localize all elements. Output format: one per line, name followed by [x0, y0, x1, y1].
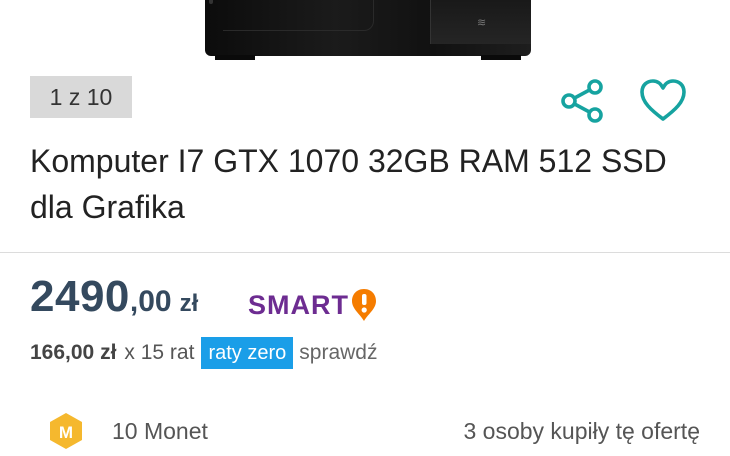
- heart-icon: [640, 79, 686, 121]
- buyers-count: 3 osoby kupiły tę ofertę: [463, 418, 700, 444]
- smart-label: SMART: [248, 289, 349, 320]
- power-knob: [209, 0, 213, 4]
- raty-zero-badge[interactable]: raty zero: [201, 337, 294, 369]
- coin-icon: M: [50, 413, 82, 449]
- coins-label: 10 Monet: [112, 417, 208, 444]
- case-foot-right: [481, 55, 521, 60]
- share-icon: [561, 79, 603, 123]
- check-installments-link[interactable]: sprawdź: [299, 341, 377, 365]
- coin-letter: M: [59, 423, 73, 442]
- share-button[interactable]: [558, 76, 608, 126]
- product-title: Komputer I7 GTX 1070 32GB RAM 512 SSD dl…: [30, 143, 667, 225]
- smart-logo-icon: [352, 289, 376, 321]
- price: 2490 ,00 zł: [30, 272, 198, 332]
- pc-case-image: ≋: [205, 0, 531, 60]
- section-divider: [0, 252, 730, 253]
- case-logo-icon: ≋: [477, 16, 487, 29]
- price-integer: 2490: [30, 272, 130, 321]
- coins-info: M 10 Monet: [48, 412, 208, 450]
- side-panel-edge: [223, 0, 374, 31]
- smart-badge[interactable]: SMART: [248, 287, 378, 323]
- installment-amount: 166,00 zł: [30, 341, 117, 364]
- case-foot-left: [215, 55, 255, 60]
- installments-row: 166,00 zł x 15 rat raty zero sprawdź: [30, 336, 377, 370]
- price-decimal: ,00: [129, 285, 172, 318]
- price-currency: zł: [179, 290, 199, 317]
- installment-count: x 15 rat: [124, 341, 195, 364]
- image-counter-badge: 1 z 10: [30, 76, 132, 118]
- product-image[interactable]: ≋: [0, 0, 730, 62]
- favorite-button[interactable]: [638, 76, 688, 126]
